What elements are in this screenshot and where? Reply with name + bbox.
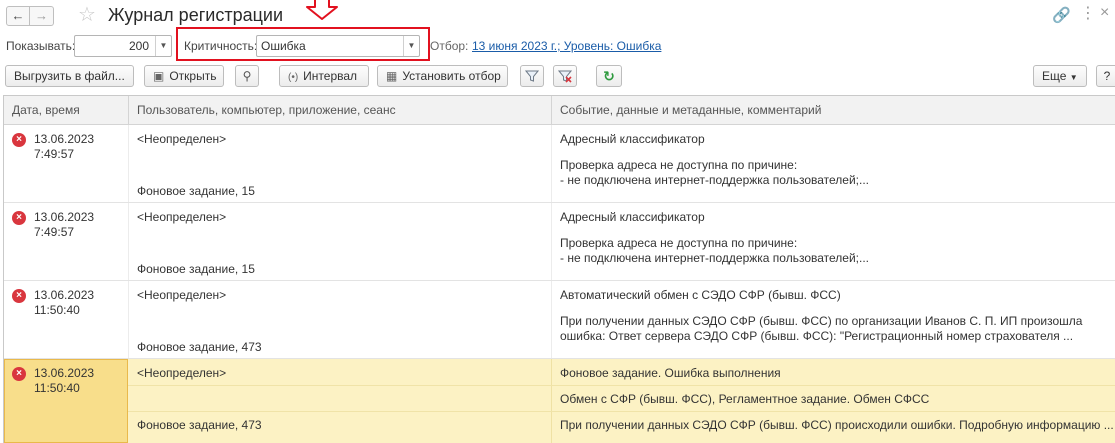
row-details-line1: Обмен с СФР (бывш. ФСС), Регламентное за… [560,392,930,406]
row-details-line2: ошибка: Ответ сервера СЭДО СФР (бывш. ФС… [560,329,1074,343]
more-actions-icon[interactable]: ⋮ [1080,6,1096,22]
link-icon[interactable]: 🔗 [1052,6,1071,24]
row-time: 11:50:40 [34,303,80,317]
row-session: Фоновое задание, 15 [137,262,255,276]
table-row-selected[interactable]: × 13.06.2023 11:50:40 <Неопределен> Фоно… [4,359,1115,443]
interval-icon: (•) [288,72,299,83]
interval-button[interactable]: (•) Интервал [279,65,369,87]
events-table: Дата, время Пользователь, компьютер, при… [3,95,1115,443]
criticality-highlight-frame [176,27,430,61]
table-row[interactable]: × 13.06.2023 7:49:57 <Неопределен> Фонов… [4,125,1115,203]
search-button[interactable]: ⚲ [235,65,259,87]
page-title: Журнал регистрации [108,5,284,25]
funnel-icon [524,70,540,82]
chevron-down-icon: ▼ [1069,73,1078,82]
interval-button-label: Интервал [303,69,358,83]
magnifier-icon: ⚲ [242,69,252,83]
more-button[interactable]: Еще ▼ [1033,65,1087,87]
open-button[interactable]: ▣ Открыть [144,65,224,87]
row-user: <Неопределен> [137,210,227,224]
table-header: Дата, время Пользователь, компьютер, при… [4,96,1115,125]
table-row[interactable]: × 13.06.2023 11:50:40 <Неопределен> Фоно… [4,281,1115,359]
chevron-down-icon[interactable]: ▼ [155,36,171,56]
set-filter-button-label: Установить отбор [402,69,501,83]
open-button-label: Открыть [169,69,217,83]
row-details-line2: - не подключена интернет-поддержка польз… [560,173,870,187]
row-details-line1: Проверка адреса не доступна по причине: [560,236,798,250]
title-bar: ← → ☆ Журнал регистрации 🔗 ⋮ × [0,0,1115,32]
row-date: 13.06.2023 [34,132,95,146]
row-event: Автоматический обмен с СЭДО СФР (бывш. Ф… [560,288,841,302]
filter-row: Показывать: 200 ▼ Критичность: Ошибка ▼ … [0,32,1115,60]
row-date: 13.06.2023 [34,366,95,380]
help-button[interactable]: ? [1096,65,1115,87]
row-date: 13.06.2023 [34,288,95,302]
row-session: Фоновое задание, 15 [137,184,255,198]
column-header-event[interactable]: Событие, данные и метаданные, комментари… [552,96,1115,125]
show-count-field[interactable]: 200 ▼ [74,35,172,57]
clear-filter-button[interactable] [553,65,577,87]
row-details-line1: При получении данных СЭДО СФР (бывш. ФСС… [560,314,1083,328]
row-session: Фоновое задание, 473 [137,340,262,354]
row-event: Адресный классификатор [560,210,705,224]
column-header-user[interactable]: Пользователь, компьютер, приложение, сеа… [129,96,552,125]
error-icon: × [12,367,26,381]
selection-label: Отбор: [430,39,469,53]
row-user: <Неопределен> [137,366,227,380]
funnel-clear-icon [557,70,573,83]
export-to-file-button[interactable]: Выгрузить в файл... [5,65,134,87]
filter-form-icon: ▦ [386,69,398,83]
row-time: 7:49:57 [34,147,75,161]
row-event: Адресный классификатор [560,132,705,146]
back-button[interactable]: ← [6,6,30,26]
row-details-line1: Проверка адреса не доступна по причине: [560,158,798,172]
toolbar: Выгрузить в файл... ▣ Открыть ⚲ (•) Интерв… [0,63,1115,91]
error-icon: × [12,133,26,147]
show-label: Показывать: [6,39,76,53]
filter-by-value-button[interactable] [520,65,544,87]
row-details-line2: - не подключена интернет-поддержка польз… [560,251,870,265]
export-button-label: Выгрузить в файл... [14,69,125,83]
open-form-icon: ▣ [153,69,165,83]
row-event: Фоновое задание. Ошибка выполнения [560,366,781,380]
close-icon[interactable]: × [1100,4,1109,22]
column-header-date[interactable]: Дата, время [4,96,129,125]
red-arrow-down-icon [306,0,338,20]
row-time: 11:50:40 [34,381,80,395]
row-details-line2: При получении данных СЭДО СФР (бывш. ФСС… [560,418,1114,432]
selection-link[interactable]: 13 июня 2023 г.; Уровень: Ошибка [472,39,661,53]
arrow-right-icon: → [35,8,48,23]
help-button-label: ? [1103,69,1111,83]
row-user: <Неопределен> [137,288,227,302]
row-session: Фоновое задание, 473 [137,418,262,432]
error-icon: × [12,211,26,225]
favorite-star-icon[interactable]: ☆ [78,4,96,26]
arrow-left-icon: ← [11,8,25,23]
table-row[interactable]: × 13.06.2023 7:49:57 <Неопределен> Фонов… [4,203,1115,281]
forward-button[interactable]: → [30,6,54,26]
refresh-button[interactable]: ↻ [596,65,622,87]
show-count-value: 200 [128,39,149,53]
refresh-icon: ↻ [603,68,615,84]
row-time: 7:49:57 [34,225,75,239]
row-date: 13.06.2023 [34,210,95,224]
error-icon: × [12,289,26,303]
set-filter-button[interactable]: ▦ Установить отбор [377,65,508,87]
more-button-label: Еще [1042,69,1067,83]
row-user: <Неопределен> [137,132,227,146]
